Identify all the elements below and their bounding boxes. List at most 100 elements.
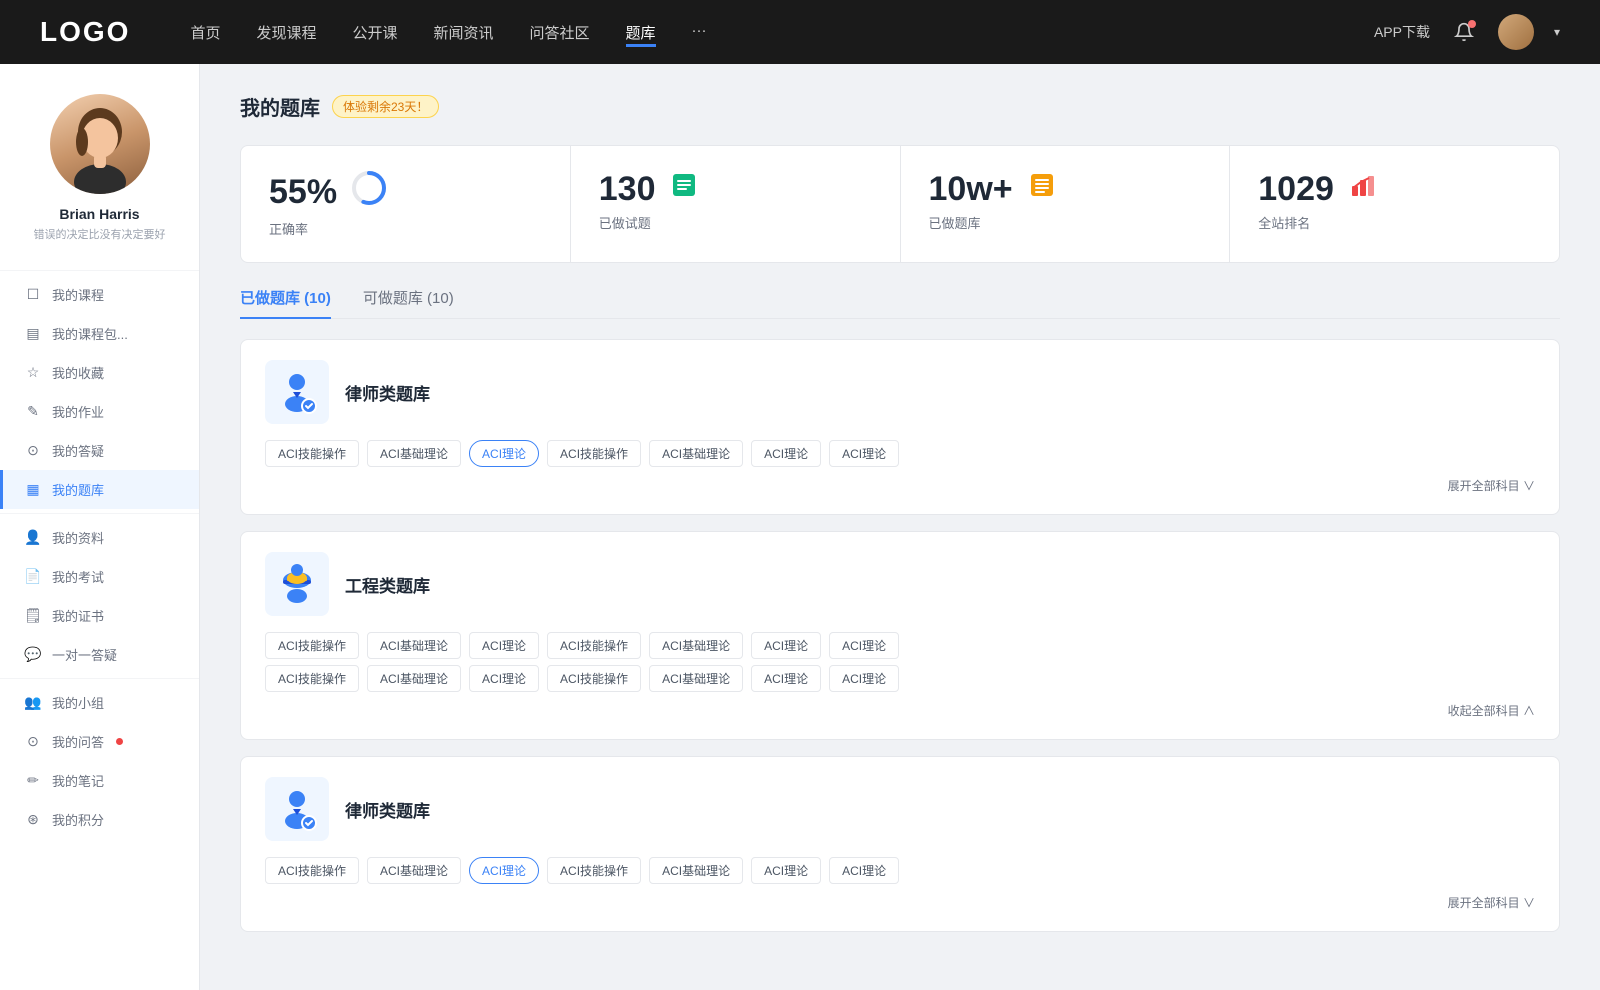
qbank-2-icon [265, 552, 329, 616]
sidebar-item-my-course[interactable]: ☐ 我的课程 [0, 275, 199, 314]
sidebar-item-favorites-label: 我的收藏 [52, 363, 104, 382]
qbank-2-tag-r1-2[interactable]: ACI理论 [469, 632, 539, 659]
sidebar-item-favorites[interactable]: ☆ 我的收藏 [0, 353, 199, 392]
qbank-card-1: 律师类题库 ACI技能操作 ACI基础理论 ACI理论 ACI技能操作 ACI基… [240, 339, 1560, 515]
qbank-2-tag-r2-5[interactable]: ACI理论 [751, 665, 821, 692]
logo[interactable]: LOGO [40, 16, 130, 48]
sidebar-item-my-questions-label: 我的问答 [52, 732, 104, 751]
qbank-2-tag-r2-4[interactable]: ACI基础理论 [649, 665, 743, 692]
qbank-3-expand[interactable]: 展开全部科目 ∨ [265, 894, 1535, 911]
sidebar-item-my-course-label: 我的课程 [52, 285, 104, 304]
sidebar-item-question-bank[interactable]: ▦ 我的题库 [0, 470, 199, 509]
avatar-dropdown-chevron[interactable]: ▾ [1554, 25, 1560, 39]
sidebar-item-course-package-label: 我的课程包... [52, 324, 128, 343]
qbank-2-expand[interactable]: 收起全部科目 ∧ [265, 702, 1535, 719]
stat-accuracy: 55% 正确率 [241, 146, 571, 262]
qbank-3-tag-5[interactable]: ACI理论 [751, 857, 821, 884]
nav-news[interactable]: 新闻资讯 [434, 18, 494, 47]
nav-discover[interactable]: 发现课程 [256, 18, 316, 47]
tab-available-banks[interactable]: 可做题库 (10) [363, 287, 454, 318]
sidebar-item-my-group[interactable]: 👥 我的小组 [0, 683, 199, 722]
tabs: 已做题库 (10) 可做题库 (10) [240, 287, 1560, 319]
my-group-icon: 👥 [24, 694, 42, 711]
qbank-2-tag-r1-0[interactable]: ACI技能操作 [265, 632, 359, 659]
certificate-icon: 🗒 [24, 607, 42, 624]
qbank-3-tag-2[interactable]: ACI理论 [469, 857, 539, 884]
sidebar-divider-2 [0, 513, 199, 514]
sidebar-item-my-data[interactable]: 👤 我的资料 [0, 518, 199, 557]
qbank-2-tag-r2-3[interactable]: ACI技能操作 [547, 665, 641, 692]
main-content: 我的题库 体验剩余23天！ 55% 正确率 13 [200, 64, 1600, 990]
stats-row: 55% 正确率 130 [240, 145, 1560, 263]
stat-accuracy-label: 正确率 [269, 219, 542, 238]
qbank-2-tag-r2-1[interactable]: ACI基础理论 [367, 665, 461, 692]
sidebar-divider-3 [0, 678, 199, 679]
sidebar-item-course-package[interactable]: ▤ 我的课程包... [0, 314, 199, 353]
stat-ranking-number: 1029 [1258, 172, 1334, 206]
sidebar-username: Brian Harris [59, 206, 139, 222]
sidebar-item-my-questions[interactable]: ⊙ 我的问答 [0, 722, 199, 761]
qbank-2-tag-r1-5[interactable]: ACI理论 [751, 632, 821, 659]
sidebar-item-certificate-label: 我的证书 [52, 606, 104, 625]
qbank-3-tag-0[interactable]: ACI技能操作 [265, 857, 359, 884]
course-package-icon: ▤ [24, 325, 42, 342]
qbank-1-tag-6[interactable]: ACI理论 [829, 440, 899, 467]
exam-icon: 📄 [24, 568, 42, 585]
qbank-1-tag-0[interactable]: ACI技能操作 [265, 440, 359, 467]
qbank-1-tag-1[interactable]: ACI基础理论 [367, 440, 461, 467]
sidebar-divider-1 [0, 270, 199, 271]
qbank-2-tag-r1-3[interactable]: ACI技能操作 [547, 632, 641, 659]
stat-done-banks-top: 10w+ [929, 170, 1202, 207]
sidebar-item-points[interactable]: ⊛ 我的积分 [0, 800, 199, 839]
stat-done-questions-top: 130 [599, 170, 872, 207]
qbank-2-header: 工程类题库 [265, 552, 1535, 616]
notification-bell[interactable] [1450, 18, 1478, 46]
sidebar-item-exam[interactable]: 📄 我的考试 [0, 557, 199, 596]
qbank-2-tag-r2-6[interactable]: ACI理论 [829, 665, 899, 692]
avatar[interactable] [1498, 14, 1534, 50]
qbank-card-3: 律师类题库 ACI技能操作 ACI基础理论 ACI理论 ACI技能操作 ACI基… [240, 756, 1560, 932]
app-download-button[interactable]: APP下载 [1374, 22, 1430, 42]
qbank-1-tag-5[interactable]: ACI理论 [751, 440, 821, 467]
tab-done-banks[interactable]: 已做题库 (10) [240, 287, 331, 318]
stat-done-banks-icon [1027, 170, 1057, 207]
qbank-3-tag-1[interactable]: ACI基础理论 [367, 857, 461, 884]
qbank-2-tag-r1-4[interactable]: ACI基础理论 [649, 632, 743, 659]
notification-dot [1468, 20, 1476, 28]
qbank-3-tag-3[interactable]: ACI技能操作 [547, 857, 641, 884]
qbank-1-tag-4[interactable]: ACI基础理论 [649, 440, 743, 467]
my-course-icon: ☐ [24, 286, 42, 303]
nav-home[interactable]: 首页 [190, 18, 220, 47]
nav-more[interactable]: ··· [692, 18, 707, 47]
qbank-1-expand[interactable]: 展开全部科目 ∨ [265, 477, 1535, 494]
qbank-1-tag-2[interactable]: ACI理论 [469, 440, 539, 467]
homework-icon: ✎ [24, 403, 42, 420]
sidebar-item-1on1-label: 一对一答疑 [52, 645, 117, 664]
qbank-3-tag-6[interactable]: ACI理论 [829, 857, 899, 884]
stat-accuracy-number: 55% [269, 175, 337, 209]
qbank-2-tag-r2-0[interactable]: ACI技能操作 [265, 665, 359, 692]
qbank-2-tags-row2: ACI技能操作 ACI基础理论 ACI理论 ACI技能操作 ACI基础理论 AC… [265, 665, 1535, 692]
sidebar-item-homework[interactable]: ✎ 我的作业 [0, 392, 199, 431]
sidebar-item-notes[interactable]: ✏ 我的笔记 [0, 761, 199, 800]
qbank-3-tag-4[interactable]: ACI基础理论 [649, 857, 743, 884]
sidebar-item-qa[interactable]: ⊙ 我的答疑 [0, 431, 199, 470]
sidebar-item-1on1[interactable]: 💬 一对一答疑 [0, 635, 199, 674]
qbank-2-tag-r1-1[interactable]: ACI基础理论 [367, 632, 461, 659]
page-header: 我的题库 体验剩余23天！ [240, 92, 1560, 121]
qbank-3-header: 律师类题库 [265, 777, 1535, 841]
qbank-2-tag-r2-2[interactable]: ACI理论 [469, 665, 539, 692]
qbank-2-tag-r1-6[interactable]: ACI理论 [829, 632, 899, 659]
nav-question-bank[interactable]: 题库 [626, 18, 656, 47]
notes-icon: ✏ [24, 772, 42, 789]
stat-accuracy-icon [351, 170, 387, 213]
navbar: LOGO 首页 发现课程 公开课 新闻资讯 问答社区 题库 ··· APP下载 … [0, 0, 1600, 64]
questions-notification-dot [116, 738, 123, 745]
nav-qa[interactable]: 问答社区 [530, 18, 590, 47]
qbank-1-tags: ACI技能操作 ACI基础理论 ACI理论 ACI技能操作 ACI基础理论 AC… [265, 440, 1535, 467]
sidebar-item-points-label: 我的积分 [52, 810, 104, 829]
qbank-1-icon [265, 360, 329, 424]
qbank-1-tag-3[interactable]: ACI技能操作 [547, 440, 641, 467]
sidebar-item-certificate[interactable]: 🗒 我的证书 [0, 596, 199, 635]
nav-open-course[interactable]: 公开课 [352, 18, 397, 47]
